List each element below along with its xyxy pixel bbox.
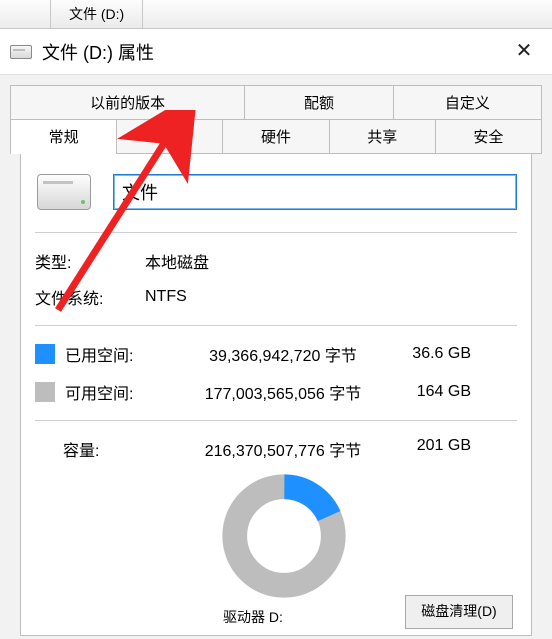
- tab-hardware[interactable]: 硬件: [223, 120, 329, 153]
- addressbar-segment[interactable]: 文件 (D:): [50, 0, 143, 28]
- tab-previous-versions[interactable]: 以前的版本: [11, 86, 245, 119]
- tab-content-general: 文件 类型: 本地磁盘 文件系统: NTFS 已用空间: 39,366,942,…: [20, 154, 532, 636]
- drive-large-icon: [37, 174, 91, 210]
- filesystem-label: 文件系统:: [35, 285, 145, 309]
- filesystem-value: NTFS: [145, 288, 517, 306]
- drive-icon: [10, 45, 32, 59]
- free-swatch-icon: [35, 382, 55, 402]
- tabs-row-2: 常规 工具 硬件 共享 安全: [10, 120, 542, 154]
- explorer-addressbar: 文件 (D:): [0, 0, 552, 29]
- separator: [35, 325, 517, 326]
- tab-security[interactable]: 安全: [436, 120, 541, 153]
- dialog-title: 文件 (D:) 属性: [42, 39, 504, 65]
- free-label: 可用空间:: [65, 380, 175, 404]
- drive-name-input[interactable]: 文件: [113, 174, 517, 210]
- drive-letter-label: 驱动器 D:: [223, 607, 283, 627]
- tab-customize[interactable]: 自定义: [394, 86, 541, 119]
- capacity-label: 容量:: [35, 437, 175, 461]
- tab-quota[interactable]: 配额: [245, 86, 393, 119]
- free-hr: 164 GB: [391, 383, 471, 401]
- tabs-row-1: 以前的版本 配额 自定义: [10, 85, 542, 120]
- drive-name-value: 文件: [122, 179, 158, 205]
- tabs-container: 以前的版本 配额 自定义 常规 工具 硬件 共享 安全 文件 类型: 本地磁盘 …: [0, 75, 552, 636]
- capacity-bytes: 216,370,507,776 字节: [183, 437, 383, 461]
- tab-tools[interactable]: 工具: [117, 120, 223, 153]
- used-swatch-icon: [35, 344, 55, 364]
- type-value: 本地磁盘: [145, 249, 517, 273]
- used-label: 已用空间:: [65, 342, 175, 366]
- tab-general[interactable]: 常规: [11, 120, 117, 153]
- used-hr: 36.6 GB: [391, 345, 471, 363]
- tab-sharing[interactable]: 共享: [330, 120, 436, 153]
- used-bytes: 39,366,942,720 字节: [183, 342, 383, 366]
- close-button[interactable]: ✕: [504, 36, 544, 68]
- free-bytes: 177,003,565,056 字节: [183, 380, 383, 404]
- dialog-titlebar: 文件 (D:) 属性 ✕: [0, 29, 552, 75]
- separator: [35, 232, 517, 233]
- type-label: 类型:: [35, 249, 145, 273]
- separator: [35, 420, 517, 421]
- capacity-hr: 201 GB: [391, 437, 471, 461]
- disk-cleanup-button[interactable]: 磁盘清理(D): [405, 595, 513, 629]
- usage-donut-chart: [219, 471, 349, 601]
